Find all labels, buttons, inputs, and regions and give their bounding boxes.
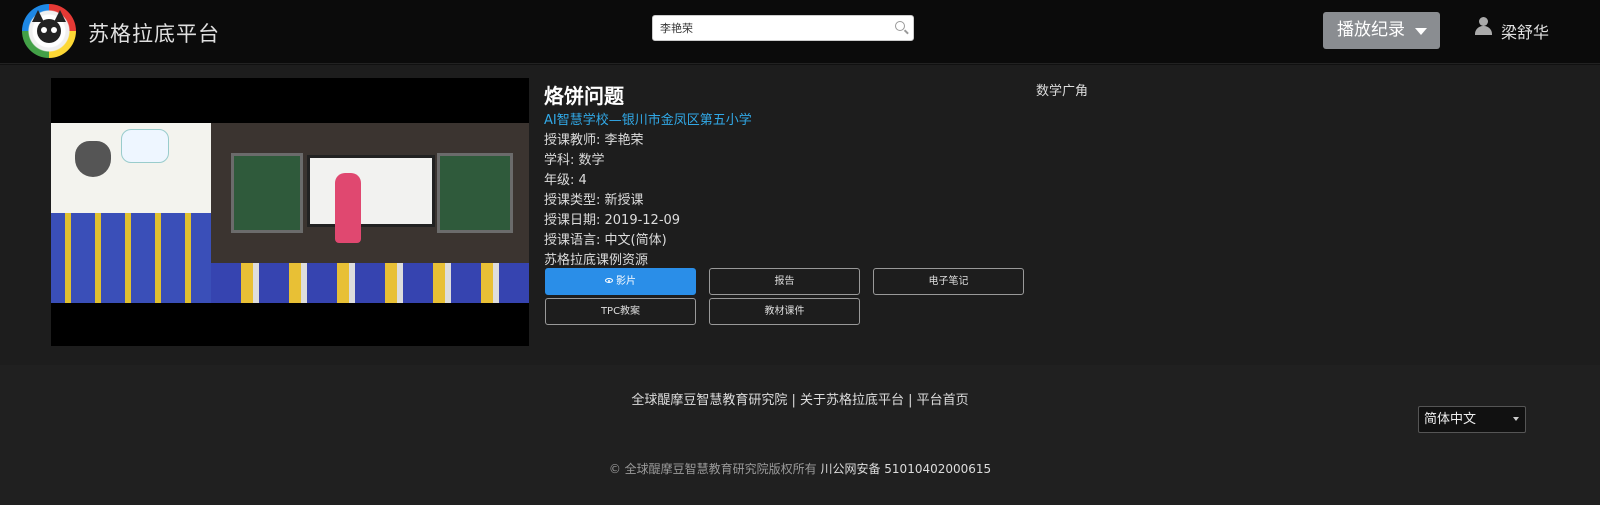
play-record-dropdown[interactable]: 播放纪录: [1323, 12, 1440, 49]
footer: 全球醍摩豆智慧教育研究院 | 关于苏格拉底平台 | 平台首页 简体中文 © 全球…: [0, 365, 1600, 505]
film-button-label: 影片: [616, 276, 636, 287]
language-select-value: 简体中文: [1424, 412, 1477, 427]
footer-links: 全球醍摩豆智慧教育研究院 | 关于苏格拉底平台 | 平台首页: [0, 389, 1600, 408]
logo-face: [37, 19, 61, 43]
logo-icon[interactable]: [22, 4, 76, 58]
search-icon[interactable]: [895, 21, 905, 31]
caret-down-icon: [1513, 417, 1519, 421]
lesson-title: 烙饼问题: [544, 84, 624, 108]
report-button[interactable]: 报告: [709, 268, 860, 295]
speech-bubble: [121, 129, 169, 163]
students-view: [51, 213, 211, 303]
footer-link-about[interactable]: 关于苏格拉底平台: [800, 393, 904, 408]
user-icon-head: [1479, 17, 1488, 26]
teacher-info: 授课教师: 李艳荣: [544, 133, 644, 148]
smartboard: [307, 155, 435, 227]
search-box: [652, 15, 914, 41]
user-icon[interactable]: [1474, 17, 1492, 35]
blackboard-right: [437, 153, 513, 233]
footer-separator: |: [787, 393, 800, 408]
icp-record[interactable]: 川公网安备 51010402000615: [820, 462, 991, 476]
top-navbar: 苏格拉底平台 播放纪录 梁舒华: [0, 0, 1600, 64]
user-icon-body: [1475, 26, 1492, 35]
tpc-button[interactable]: TPC教案: [545, 298, 696, 325]
brand-title[interactable]: 苏格拉底平台: [88, 18, 220, 48]
wolf-illustration: [75, 141, 111, 177]
video-thumbnail[interactable]: [51, 78, 529, 346]
search-input[interactable]: [653, 16, 883, 40]
teacher-figure: [335, 173, 361, 243]
subject-info: 学科: 数学: [544, 153, 605, 168]
type-info: 授课类型: 新授课: [544, 193, 644, 208]
notes-button[interactable]: 电子笔记: [873, 268, 1024, 295]
classroom-scene: [51, 123, 529, 303]
footer-link-institute[interactable]: 全球醍摩豆智慧教育研究院: [631, 393, 787, 408]
play-record-label: 播放纪录: [1337, 20, 1405, 40]
language-info: 授课语言: 中文(简体): [544, 233, 667, 248]
grade-info: 年级: 4: [544, 173, 587, 188]
footer-separator: |: [904, 393, 917, 408]
category-label: 数学广角: [1036, 84, 1089, 99]
film-button[interactable]: 影片: [545, 268, 696, 295]
blackboard-left: [231, 153, 303, 233]
copyright: © 全球醍摩豆智慧教育研究院版权所有 川公网安备 51010402000615: [0, 460, 1600, 477]
courseware-button[interactable]: 教材课件: [709, 298, 860, 325]
slide-preview: [51, 123, 211, 213]
language-select[interactable]: 简体中文: [1418, 406, 1526, 433]
classroom-view: [211, 123, 529, 303]
school-link[interactable]: AI智慧学校—银川市金凤区第五小学: [544, 109, 752, 128]
resource-label: 苏格拉底课例资源: [544, 253, 649, 268]
username[interactable]: 梁舒华: [1501, 19, 1549, 43]
caret-down-icon: [1415, 28, 1427, 35]
eye-icon: [605, 278, 613, 283]
copyright-text: © 全球醍摩豆智慧教育研究院版权所有: [608, 462, 817, 476]
student-desks: [211, 263, 529, 303]
footer-link-home[interactable]: 平台首页: [917, 393, 969, 408]
date-info: 授课日期: 2019-12-09: [544, 213, 681, 228]
